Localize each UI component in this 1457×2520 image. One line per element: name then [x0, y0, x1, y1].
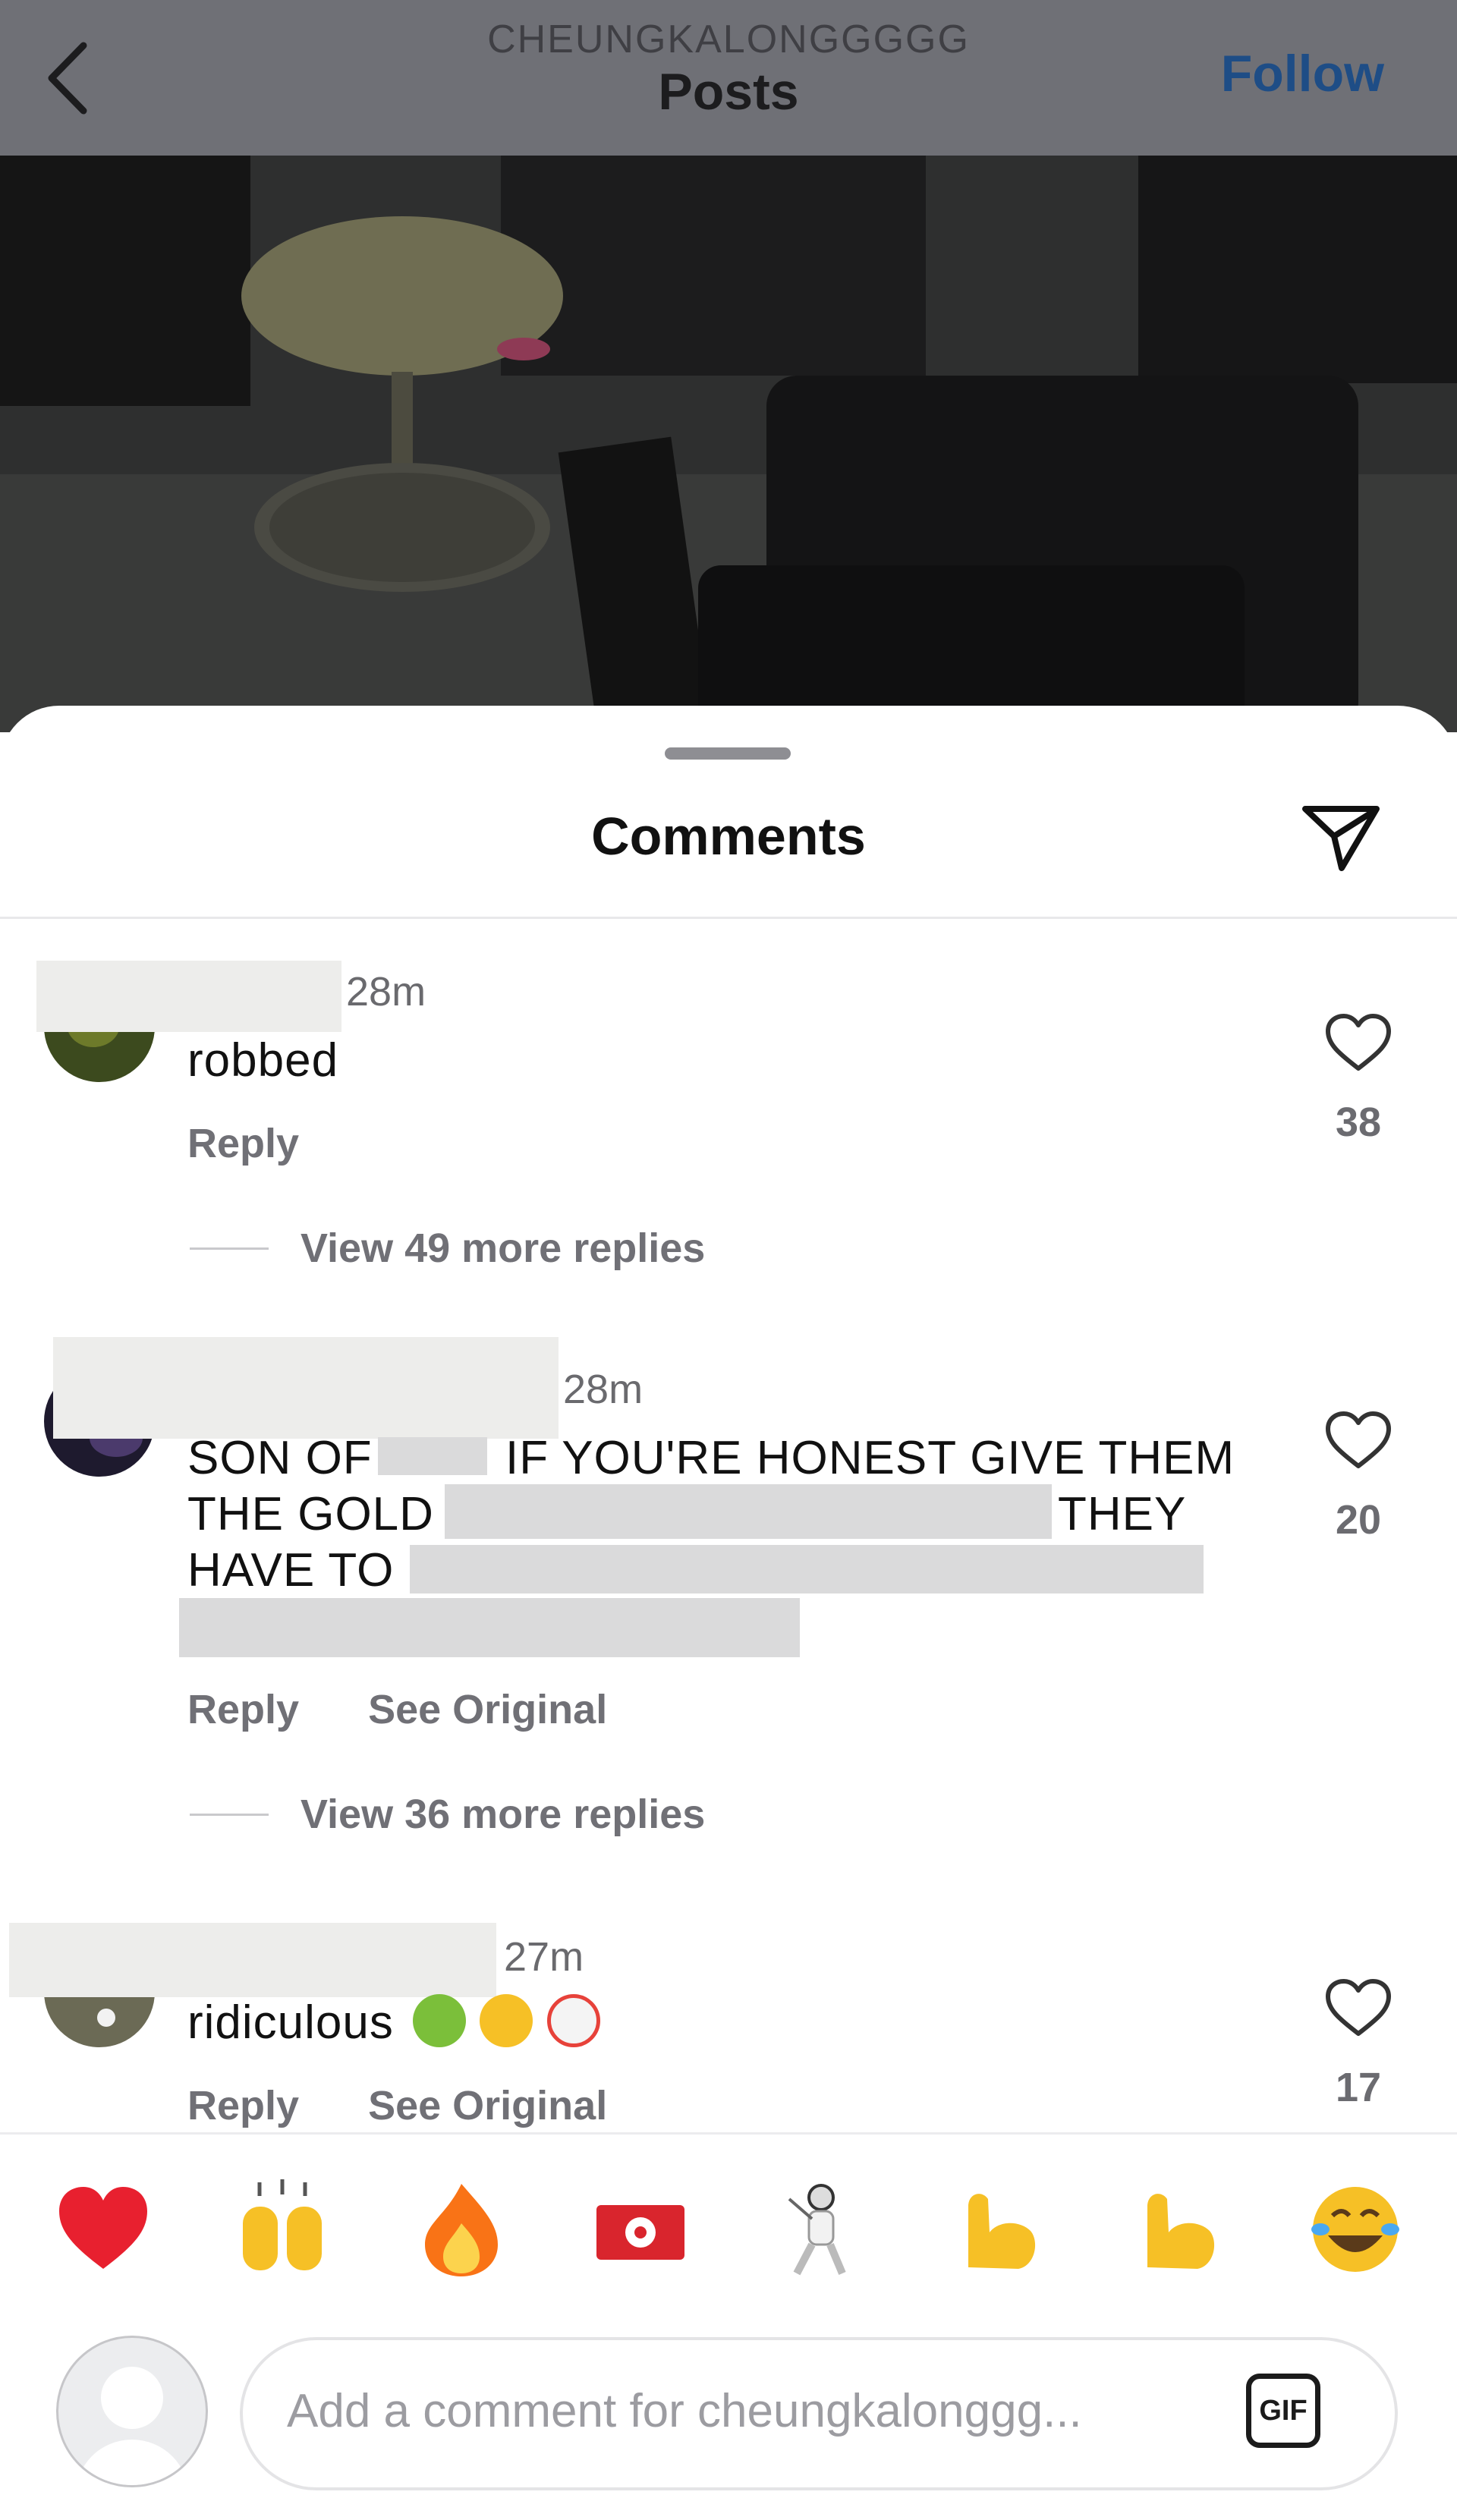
- comment-actions: Reply: [187, 1120, 299, 1167]
- view-replies-link[interactable]: View 36 more replies: [301, 1791, 705, 1838]
- raising-hands-emoji[interactable]: [229, 2176, 335, 2282]
- nauseated-face-emoji: [413, 1994, 466, 2047]
- comment-input-placeholder: Add a comment for cheungkalonggg...: [287, 2385, 1082, 2437]
- fire-emoji[interactable]: [408, 2176, 515, 2282]
- like-count: 17: [1335, 2065, 1382, 2110]
- comment-timestamp: 28m: [346, 969, 426, 1015]
- like-heart-icon[interactable]: [1323, 1410, 1393, 1471]
- like-heart-icon[interactable]: [1323, 1012, 1393, 1073]
- like-count: 20: [1335, 1497, 1382, 1543]
- see-original-button[interactable]: See Original: [368, 1687, 607, 1732]
- comment-timestamp: 27m: [504, 1934, 584, 1980]
- divider: [0, 917, 1457, 919]
- like-heart-icon[interactable]: [1323, 1977, 1393, 2038]
- comment-text-part: IF YOU'RE HONEST GIVE THEM: [505, 1432, 1235, 1484]
- blurred-text: [445, 1484, 1052, 1539]
- user-avatar[interactable]: [56, 2336, 208, 2487]
- blurred-text: [378, 1437, 487, 1475]
- comment-timestamp: 28m: [563, 1367, 644, 1412]
- clown-face-emoji: [546, 1994, 600, 2047]
- reply-button[interactable]: Reply: [187, 1121, 299, 1166]
- redacted-username: [53, 1337, 559, 1439]
- hong-kong-flag-emoji[interactable]: [587, 2176, 694, 2282]
- divider: [190, 1814, 269, 1816]
- comment-text-part: THE GOLD: [187, 1488, 434, 1540]
- flexed-biceps-emoji[interactable]: [1125, 2176, 1231, 2282]
- face-with-tears-of-joy-emoji[interactable]: [1302, 2176, 1408, 2282]
- divider: [190, 1247, 269, 1250]
- like-count: 38: [1335, 1100, 1382, 1145]
- vomiting-face-emoji: [480, 1994, 533, 2047]
- comment-actions: Reply See Original: [187, 2082, 607, 2129]
- reply-button[interactable]: Reply: [187, 2083, 299, 2128]
- divider: [0, 2132, 1457, 2135]
- comment-emojis: [413, 1994, 600, 2047]
- follow-button[interactable]: Follow: [1221, 44, 1384, 103]
- post-image: [0, 156, 1457, 732]
- comment-text: robbed: [187, 1034, 339, 1087]
- flexed-biceps-emoji[interactable]: [946, 2176, 1052, 2282]
- red-heart-emoji[interactable]: [50, 2176, 156, 2282]
- blurred-text: [410, 1545, 1204, 1593]
- share-icon[interactable]: [1299, 798, 1383, 874]
- fencer-emoji[interactable]: [766, 2176, 873, 2282]
- view-replies-link[interactable]: View 49 more replies: [301, 1225, 705, 1272]
- comment-text-part: SON OF: [187, 1432, 373, 1484]
- gif-button[interactable]: GIF: [1246, 2374, 1320, 2448]
- comment-text: ridiculous: [187, 1996, 394, 2049]
- comment-text-part: THEY: [1058, 1488, 1187, 1540]
- sheet-drag-handle[interactable]: [665, 747, 791, 760]
- comments-title: Comments: [591, 807, 866, 866]
- redacted-username: [9, 1923, 496, 1997]
- comment-text-part: HAVE TO: [187, 1544, 395, 1597]
- see-original-button[interactable]: See Original: [368, 2083, 607, 2128]
- comment-actions: Reply See Original: [187, 1686, 607, 1733]
- reply-button[interactable]: Reply: [187, 1687, 299, 1732]
- blurred-text: [179, 1598, 800, 1657]
- redacted-username: [36, 961, 341, 1032]
